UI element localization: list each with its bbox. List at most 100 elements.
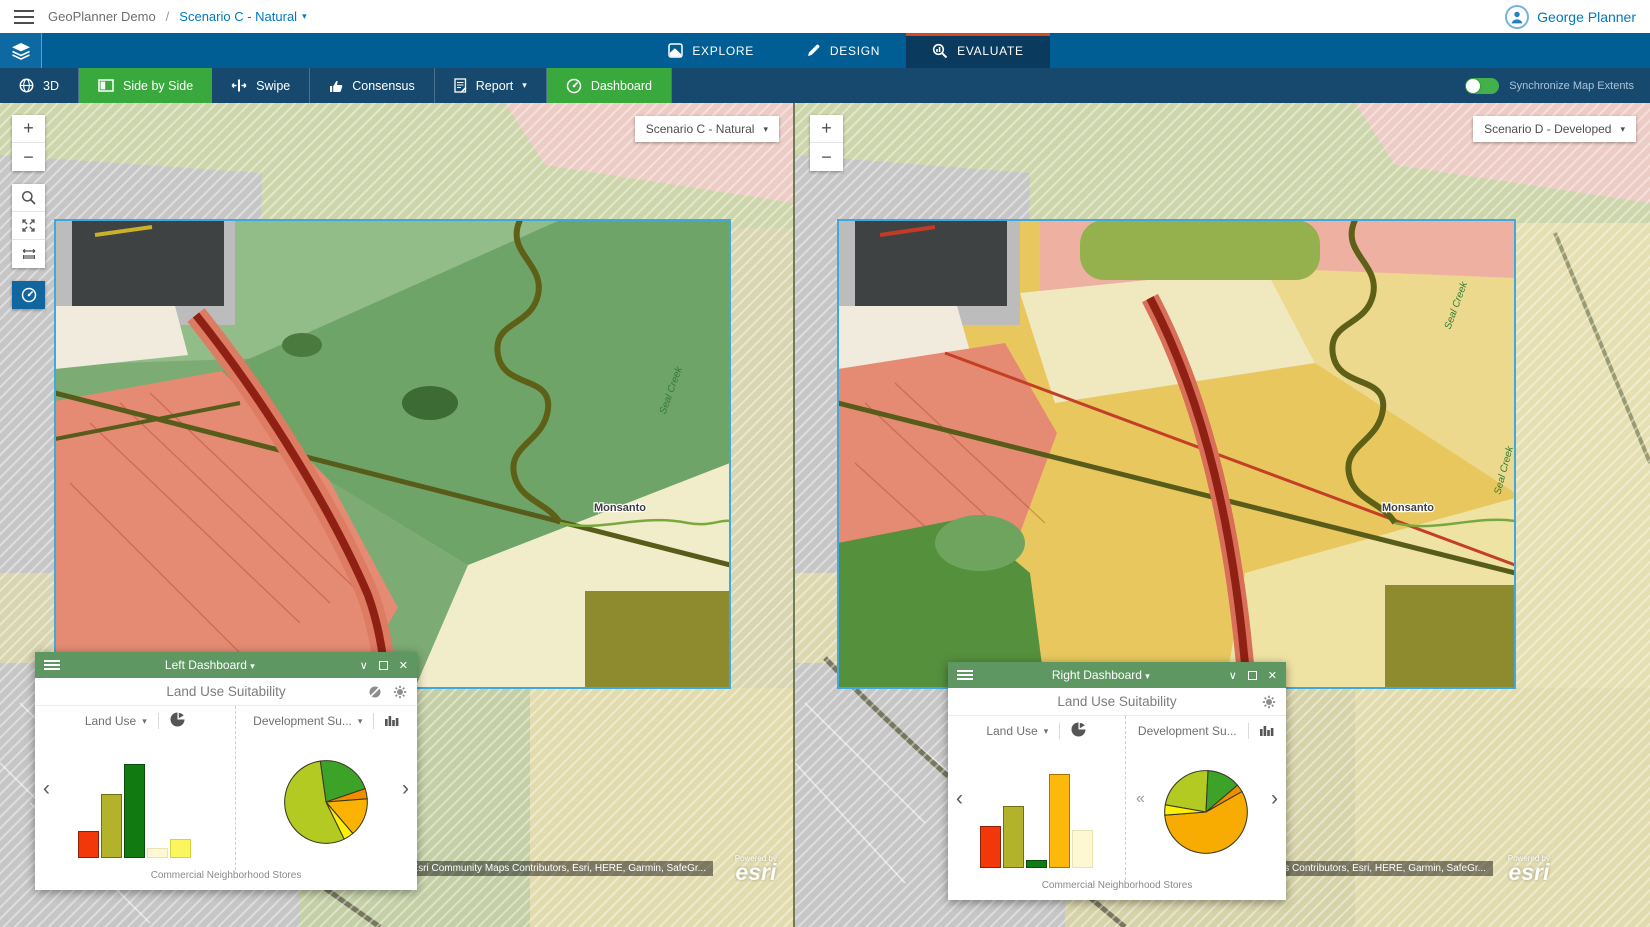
sync-extents-toggle[interactable] (1465, 78, 1499, 94)
bar-segment-3 (1049, 774, 1070, 868)
close-icon[interactable]: ✕ (1268, 669, 1277, 682)
land-use-bar-chart (35, 733, 235, 870)
map-attribution: Esri Community Maps Contributors, Esri, … (404, 861, 713, 876)
carousel-next-icon[interactable]: › (1271, 788, 1278, 809)
right-scenario-selector[interactable]: Scenario D - Developed ▾ (1473, 116, 1636, 142)
esri-logo-text: esri (735, 863, 777, 883)
person-icon (1510, 10, 1524, 24)
bar-segment-2 (1026, 860, 1047, 868)
scenario-menu[interactable]: Scenario C - Natural ▾ (179, 9, 306, 24)
layers-icon (11, 42, 31, 60)
caret-down-icon: ▾ (1044, 727, 1049, 736)
zoom-out-button[interactable]: − (810, 143, 843, 171)
full-extent-button[interactable] (12, 212, 45, 240)
panel-title-dropdown[interactable]: Left Dashboard ▾ (68, 658, 352, 672)
left-dashboard-panel: Left Dashboard ▾ ∨ ✕ Land Use Suitabilit… (35, 652, 417, 890)
caret-down-icon: ▾ (1620, 125, 1625, 134)
esri-logo-text: esri (1508, 863, 1550, 883)
icon-divider (1059, 723, 1060, 739)
map-label-monsanto: Monsanto (1382, 502, 1434, 514)
dashboard-tool-button[interactable] (12, 281, 45, 309)
map-label-monsanto: Monsanto (594, 502, 646, 514)
menu-icon[interactable] (14, 10, 34, 24)
development-suitability-pie-chart (236, 733, 417, 870)
maximize-icon[interactable] (379, 661, 388, 670)
evaluate-toolbar: 3D Side by Side Swipe Consensus Report ▾… (0, 68, 1650, 103)
measure-icon (21, 248, 37, 261)
panel-menu-icon[interactable] (957, 670, 973, 680)
3d-button[interactable]: 3D (0, 68, 78, 103)
globe-icon (19, 78, 34, 93)
measure-button[interactable] (12, 240, 45, 268)
pencil-icon (806, 43, 821, 58)
right-dashboard-header[interactable]: Right Dashboard ▾ ∨ ✕ (948, 662, 1286, 688)
pie-chart-section: Development Su... ▾ (235, 706, 417, 870)
development-suitability-dropdown[interactable]: Development Su... ▾ (253, 714, 362, 728)
widget-title: Land Use Suitability (35, 684, 417, 699)
chart-caption: Commercial Neighborhood Stores (948, 880, 1286, 900)
land-use-dropdown[interactable]: Land Use ▾ (85, 714, 147, 728)
pie-chart-toggle-icon[interactable] (1071, 722, 1086, 740)
expand-icon (21, 218, 36, 233)
tab-design[interactable]: DESIGN (780, 33, 906, 68)
zoom-out-button[interactable]: − (12, 143, 45, 171)
left-dashboard-header[interactable]: Left Dashboard ▾ ∨ ✕ (35, 652, 417, 678)
tab-explore[interactable]: EXPLORE (642, 33, 780, 68)
top-header: GeoPlanner Demo / Scenario C - Natural ▾… (0, 0, 1650, 33)
carousel-next-icon[interactable]: › (402, 778, 409, 799)
main-nav: EXPLORE DESIGN EVALUATE (0, 33, 1650, 68)
caret-down-icon: ▾ (522, 81, 527, 90)
swipe-button[interactable]: Swipe (212, 68, 309, 103)
report-button[interactable]: Report ▾ (435, 68, 546, 103)
gauge-icon (566, 78, 582, 94)
consensus-button[interactable]: Consensus (310, 68, 434, 103)
caret-down-icon: ▾ (302, 12, 307, 21)
development-suitability-dropdown[interactable]: Development Su... (1138, 724, 1237, 738)
esri-logo: Powered by esri (735, 854, 777, 883)
caret-down-icon: ▾ (763, 125, 768, 134)
carousel-divider-icon[interactable]: « (1136, 791, 1145, 807)
bar-chart-section: Land Use ▾ (948, 716, 1125, 880)
widget-title-row: Land Use Suitability (35, 678, 417, 706)
collapse-icon[interactable]: ∨ (1229, 669, 1237, 682)
bar-segment-0 (78, 831, 99, 858)
bar-segment-4 (1072, 830, 1093, 868)
carousel-prev-icon[interactable]: ‹ (956, 788, 963, 809)
toggle-knob (1466, 79, 1480, 93)
side-by-side-button[interactable]: Side by Side (79, 68, 212, 103)
collapse-icon[interactable]: ∨ (360, 659, 368, 672)
gear-icon[interactable] (1262, 695, 1276, 709)
sync-extents-label: Synchronize Map Extents (1509, 80, 1634, 92)
pie-chart-toggle-icon[interactable] (170, 712, 185, 730)
user-menu[interactable]: George Planner (1505, 5, 1636, 29)
bar-chart-toggle-icon[interactable] (1260, 724, 1274, 739)
pie-chart-section: Development Su... (1125, 716, 1286, 880)
panel-menu-icon[interactable] (44, 660, 60, 670)
land-use-dropdown[interactable]: Land Use ▾ (986, 724, 1048, 738)
panel-window-controls: ∨ ✕ (360, 659, 408, 672)
right-dashboard-body: ‹ Land Use ▾ Development Su... (948, 716, 1286, 880)
visibility-icon[interactable] (368, 685, 382, 699)
dashboard-button[interactable]: Dashboard (547, 68, 671, 103)
zoom-controls: + − (12, 115, 45, 171)
caret-down-icon: ▾ (250, 661, 255, 671)
explore-icon (668, 43, 683, 58)
left-map-tools: + − (12, 115, 45, 309)
tab-evaluate[interactable]: EVALUATE (906, 33, 1050, 68)
close-icon[interactable]: ✕ (399, 659, 408, 672)
search-button[interactable] (12, 184, 45, 212)
layers-button[interactable] (0, 33, 42, 68)
maximize-icon[interactable] (1248, 671, 1257, 680)
caret-down-icon: ▾ (1145, 671, 1150, 681)
left-scenario-selector[interactable]: Scenario C - Natural ▾ (635, 116, 779, 142)
evaluate-icon (932, 43, 948, 59)
zoom-in-button[interactable]: + (12, 115, 45, 143)
gear-icon[interactable] (393, 685, 407, 699)
zoom-in-button[interactable]: + (810, 115, 843, 143)
panel-title-dropdown[interactable]: Right Dashboard ▾ (981, 668, 1221, 682)
nav-tabs: EXPLORE DESIGN EVALUATE (642, 33, 1049, 68)
bar-chart-toggle-icon[interactable] (385, 714, 399, 729)
carousel-prev-icon[interactable]: ‹ (43, 778, 50, 799)
caret-down-icon: ▾ (142, 717, 147, 726)
sync-extents-control: Synchronize Map Extents (1465, 68, 1650, 103)
